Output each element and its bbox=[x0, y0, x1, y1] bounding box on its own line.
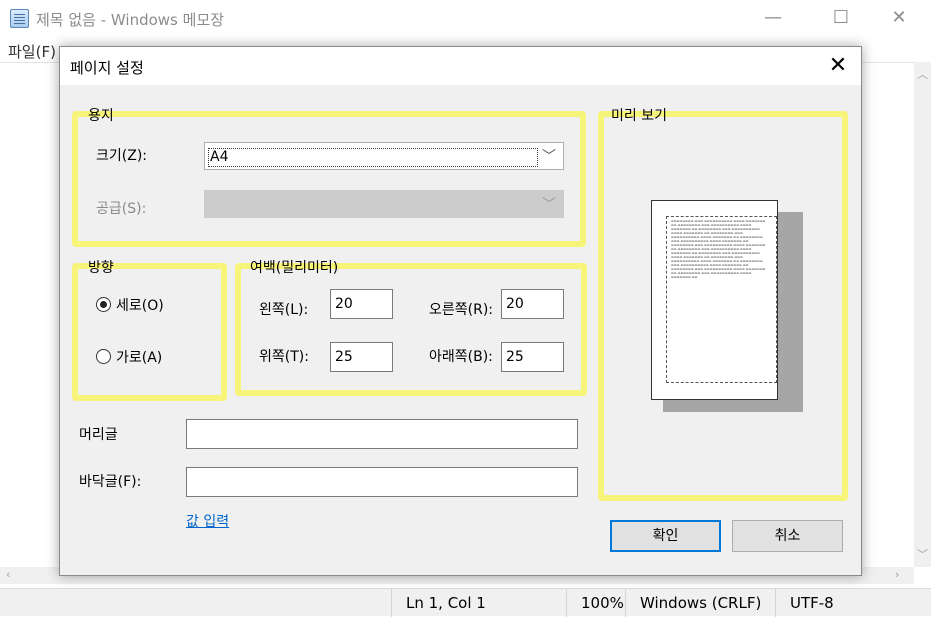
footer-input[interactable] bbox=[186, 467, 578, 497]
menu-file[interactable]: 파일(F) bbox=[8, 41, 56, 62]
scroll-left-icon[interactable]: ‹ bbox=[6, 568, 10, 581]
margin-left-input[interactable] bbox=[330, 289, 393, 319]
ok-button[interactable]: 확인 bbox=[610, 520, 721, 552]
orientation-group-highlight bbox=[72, 263, 227, 401]
landscape-radio[interactable] bbox=[96, 349, 111, 364]
scroll-right-icon[interactable]: › bbox=[895, 568, 899, 581]
margin-right-label: 오른쪽(R): bbox=[429, 302, 494, 318]
notepad-titlebar: 제목 없음 - Windows 메모장 — ☐ ✕ bbox=[0, 0, 931, 36]
notepad-window-title: 제목 없음 - Windows 메모장 bbox=[36, 11, 225, 29]
margins-group-highlight bbox=[235, 263, 587, 396]
scroll-up-icon[interactable]: ︿ bbox=[917, 66, 928, 82]
paper-size-label: 크기(Z): bbox=[96, 148, 147, 164]
header-label: 머리글 bbox=[79, 427, 118, 443]
status-zoom: 100% bbox=[566, 589, 625, 617]
cancel-button[interactable]: 취소 bbox=[732, 520, 843, 552]
margin-bottom-input[interactable] bbox=[501, 342, 564, 372]
orientation-group-label: 방향 bbox=[88, 260, 114, 276]
input-values-link[interactable]: 값 입력 bbox=[186, 511, 229, 531]
dialog-close-icon[interactable]: ✕ bbox=[821, 51, 855, 81]
preview-page: ▬▬▬▬▬▬▬▬ ▬▬▬ ▬▬▬▬▬▬▬▬▬▬ ▬▬▬▬ ▬▬▬▬▬▬▬ ▬▬ … bbox=[651, 200, 778, 400]
margin-left-label: 왼쪽(L): bbox=[259, 302, 309, 318]
margin-top-label: 위쪽(T): bbox=[259, 349, 309, 365]
status-position: Ln 1, Col 1 bbox=[391, 589, 566, 617]
status-bar: Ln 1, Col 1 100% Windows (CRLF) UTF-8 bbox=[0, 588, 931, 617]
minimize-button[interactable]: — bbox=[750, 0, 796, 36]
dialog-title: 페이지 설정 bbox=[70, 59, 144, 77]
portrait-radio[interactable] bbox=[96, 297, 111, 312]
preview-margin-guide: ▬▬▬▬▬▬▬▬ ▬▬▬ ▬▬▬▬▬▬▬▬▬▬ ▬▬▬▬ ▬▬▬▬▬▬▬ ▬▬ … bbox=[666, 216, 777, 383]
maximize-button[interactable]: ☐ bbox=[818, 0, 864, 36]
chevron-down-icon: ﹀ bbox=[542, 197, 556, 213]
portrait-label[interactable]: 세로(O) bbox=[116, 295, 164, 315]
landscape-label[interactable]: 가로(A) bbox=[116, 347, 162, 367]
preview-text-lines: ▬▬▬▬▬▬▬▬ ▬▬▬ ▬▬▬▬▬▬▬▬▬▬ ▬▬▬▬ ▬▬▬▬▬▬▬ ▬▬ … bbox=[671, 219, 766, 279]
vertical-scrollbar[interactable]: ︿ ﹀ bbox=[914, 62, 931, 567]
margin-right-input[interactable] bbox=[501, 289, 564, 319]
dialog-titlebar: 페이지 설정 ✕ bbox=[60, 47, 861, 85]
margins-group-label: 여백(밀리미터) bbox=[250, 260, 339, 276]
paper-source-label: 공급(S): bbox=[96, 201, 147, 217]
notepad-app-icon bbox=[10, 9, 29, 28]
status-line-ending: Windows (CRLF) bbox=[625, 589, 775, 617]
header-input[interactable] bbox=[186, 419, 578, 449]
paper-source-select: ﹀ bbox=[204, 190, 564, 218]
preview-group-label: 미리 보기 bbox=[611, 108, 667, 124]
paper-group-highlight bbox=[72, 111, 586, 247]
paper-group-label: 용지 bbox=[88, 108, 114, 124]
close-button[interactable]: ✕ bbox=[876, 0, 922, 36]
footer-label: 바닥글(F): bbox=[79, 474, 142, 490]
status-encoding: UTF-8 bbox=[775, 589, 931, 617]
paper-size-select[interactable]: A4 ﹀ bbox=[204, 142, 564, 170]
chevron-down-icon: ﹀ bbox=[542, 149, 556, 165]
margin-bottom-label: 아래쪽(B): bbox=[429, 349, 493, 365]
scroll-down-icon[interactable]: ﹀ bbox=[917, 546, 928, 562]
page-setup-dialog: 페이지 설정 ✕ 용지 크기(Z): A4 ﹀ 공급(S): ﹀ 방향 세로(O… bbox=[59, 46, 862, 576]
paper-size-value: A4 bbox=[208, 148, 538, 167]
margin-top-input[interactable] bbox=[330, 342, 393, 372]
